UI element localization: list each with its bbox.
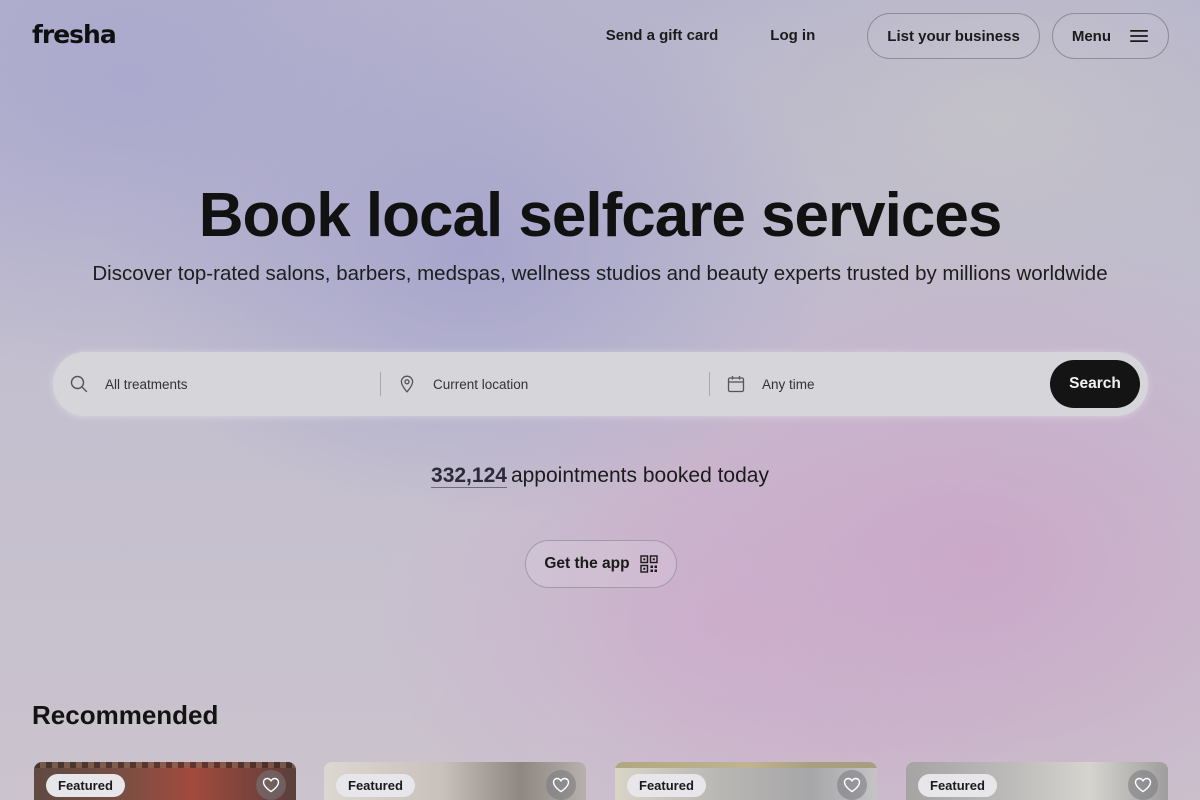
hero-title: Book local selfcare services — [198, 181, 1003, 250]
qr-code-icon — [639, 555, 658, 573]
search-bar: All treatments Current location Any time… — [53, 352, 1148, 416]
calendar-icon — [727, 375, 745, 393]
recommended-card[interactable]: Featured — [615, 762, 877, 800]
appointments-count: 332,124 — [431, 464, 507, 488]
send-gift-card-link[interactable]: Send a gift card — [580, 12, 745, 60]
time-value: Any time — [762, 376, 815, 392]
list-your-business-label: List your business — [887, 27, 1020, 45]
get-the-app-button[interactable]: Get the app — [525, 540, 677, 588]
page: fresha Send a gift card Log in List your… — [0, 0, 1200, 800]
heart-icon — [843, 777, 861, 793]
card-image — [34, 762, 296, 768]
recommended-card[interactable]: Featured — [34, 762, 296, 800]
fresha-logo[interactable]: fresha — [32, 20, 117, 49]
hamburger-icon — [1129, 28, 1149, 44]
list-your-business-button[interactable]: List your business — [867, 13, 1040, 59]
top-nav: Send a gift card Log in List your busine… — [580, 12, 1169, 60]
featured-badge: Featured — [336, 774, 415, 797]
search-button[interactable]: Search — [1050, 360, 1140, 408]
heart-icon — [262, 777, 280, 793]
location-field[interactable]: Current location — [381, 352, 710, 416]
search-icon — [70, 375, 88, 393]
favorite-button[interactable] — [1128, 770, 1158, 800]
favorite-button[interactable] — [256, 770, 286, 800]
appointments-counter: 332,124 appointments booked today — [0, 464, 1200, 488]
favorite-button[interactable] — [546, 770, 576, 800]
location-value: Current location — [433, 376, 529, 392]
treatments-field[interactable]: All treatments — [53, 352, 381, 416]
heart-icon — [1134, 777, 1152, 793]
menu-button[interactable]: Menu — [1051, 13, 1169, 59]
appointments-label: appointments booked today — [510, 464, 769, 487]
recommended-card[interactable]: Featured — [324, 762, 586, 800]
featured-badge: Featured — [918, 774, 997, 797]
featured-badge: Featured — [627, 774, 706, 797]
location-pin-icon — [398, 375, 416, 393]
hero-subtitle: Discover top-rated salons, barbers, meds… — [92, 262, 1108, 285]
recommended-card[interactable]: Featured — [906, 762, 1168, 800]
card-image — [906, 762, 1168, 768]
log-in-link[interactable]: Log in — [744, 12, 841, 60]
card-image — [615, 762, 877, 768]
menu-label: Menu — [1071, 27, 1111, 45]
heart-icon — [552, 777, 570, 793]
recommended-title: Recommended — [32, 700, 219, 730]
featured-badge: Featured — [46, 774, 125, 797]
treatments-value: All treatments — [105, 376, 188, 392]
card-image — [324, 762, 586, 768]
favorite-button[interactable] — [837, 770, 867, 800]
time-field[interactable]: Any time — [710, 352, 1050, 416]
get-the-app-label: Get the app — [544, 555, 630, 572]
